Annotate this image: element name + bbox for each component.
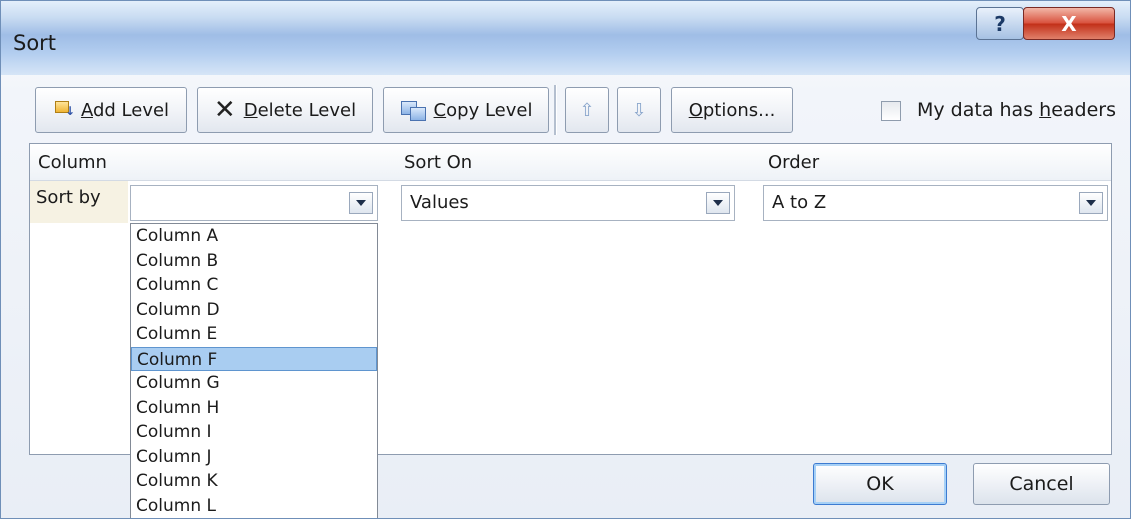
- dialog-title: Sort: [13, 31, 57, 55]
- dropdown-option[interactable]: Column A: [131, 224, 377, 249]
- close-icon: X: [1061, 11, 1077, 36]
- close-button[interactable]: X: [1023, 7, 1115, 40]
- grid-header: Column Sort On Order: [30, 144, 1111, 181]
- dropdown-option[interactable]: Column E: [131, 322, 377, 347]
- options-label: Options...: [688, 99, 776, 121]
- toolbar-separator: [554, 85, 557, 135]
- help-button[interactable]: ?: [976, 7, 1024, 40]
- column-header: Column: [38, 152, 107, 173]
- sort-on-select[interactable]: Values: [401, 185, 735, 221]
- copy-icon: [400, 99, 428, 121]
- copy-level-label: Copy Level: [433, 99, 533, 121]
- delete-level-button[interactable]: ✕ Delete Level: [197, 87, 373, 133]
- arrow-up-icon: ⇧: [579, 99, 595, 121]
- move-up-button[interactable]: ⇧: [565, 87, 609, 133]
- dropdown-option[interactable]: Column J: [131, 445, 377, 470]
- sort-on-value: Values: [410, 192, 469, 213]
- delete-level-label: Delete Level: [243, 99, 357, 121]
- options-button[interactable]: Options...: [671, 87, 793, 133]
- dropdown-option[interactable]: Column K: [131, 469, 377, 494]
- column-dropdown-list: Column A Column B Column C Column D Column E…: [130, 223, 378, 519]
- chevron-down-icon: [1086, 200, 1096, 206]
- chevron-down-icon: [713, 200, 723, 206]
- headers-checkbox-label[interactable]: My data has headers: [917, 99, 1116, 121]
- sort-on-dropdown-button[interactable]: [706, 192, 730, 214]
- dropdown-option[interactable]: Column G: [131, 371, 377, 396]
- dropdown-option[interactable]: Column F: [131, 346, 377, 371]
- dropdown-option[interactable]: Column C: [131, 273, 377, 298]
- order-header: Order: [768, 152, 820, 173]
- dropdown-option[interactable]: Column I: [131, 420, 377, 445]
- delete-icon: ✕: [213, 95, 236, 125]
- help-icon: ?: [994, 11, 1006, 36]
- title-bar: Sort ? X: [1, 1, 1130, 75]
- add-level-icon: ↓: [53, 99, 77, 121]
- sort-dialog: Sort ? X ↓ Add Level ✕ Delete Level Copy…: [0, 0, 1131, 519]
- add-level-button[interactable]: ↓ Add Level: [35, 87, 187, 133]
- sort-by-label: Sort by: [30, 181, 128, 223]
- order-dropdown-button[interactable]: [1079, 192, 1103, 214]
- cancel-button[interactable]: Cancel: [973, 463, 1110, 505]
- dropdown-option[interactable]: Column B: [131, 249, 377, 274]
- order-value: A to Z: [772, 192, 827, 213]
- order-select[interactable]: A to Z: [763, 185, 1108, 221]
- copy-level-button[interactable]: Copy Level: [383, 87, 549, 133]
- move-down-button[interactable]: ⇩: [617, 87, 661, 133]
- add-level-label: Add Level: [80, 99, 170, 121]
- sort-on-header: Sort On: [404, 152, 473, 173]
- column-dropdown-button[interactable]: [349, 192, 373, 214]
- column-select[interactable]: [130, 185, 378, 221]
- dropdown-option[interactable]: Column H: [131, 396, 377, 421]
- ok-button[interactable]: OK: [813, 463, 947, 505]
- dropdown-option[interactable]: Column D: [131, 298, 377, 323]
- headers-checkbox[interactable]: [881, 101, 901, 121]
- dropdown-option[interactable]: Column L: [131, 494, 377, 519]
- chevron-down-icon: [356, 200, 366, 206]
- arrow-down-icon: ⇩: [631, 99, 647, 121]
